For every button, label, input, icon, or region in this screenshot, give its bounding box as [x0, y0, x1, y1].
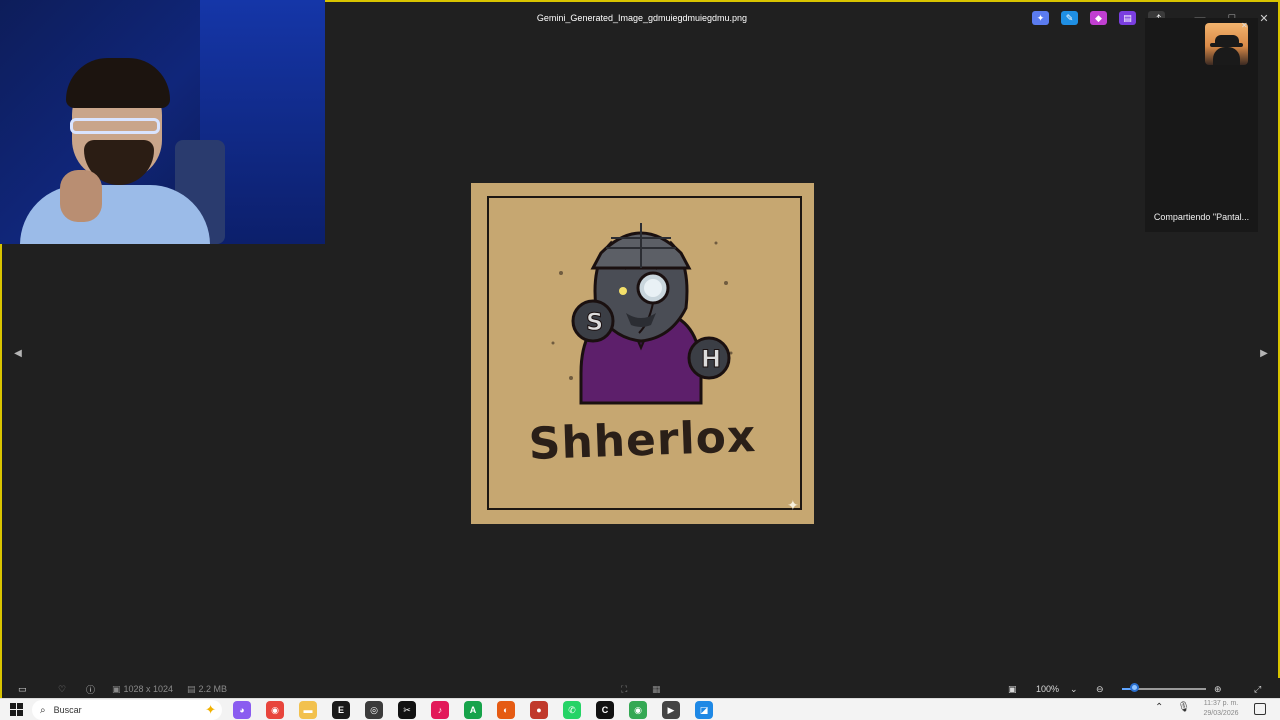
- taskbar-clock[interactable]: 11:37 p. m. 29/03/2026: [1198, 699, 1244, 719]
- clipchamp-icon[interactable]: ▤: [1119, 11, 1136, 25]
- epic-games-icon[interactable]: E: [332, 701, 350, 719]
- fullscreen-icon[interactable]: ⤢: [1254, 682, 1261, 696]
- whatsapp-icon[interactable]: ✆: [563, 701, 581, 719]
- displayed-image: S H Shherlox ✦: [471, 183, 814, 524]
- sharing-label: Compartiendo "Pantal...: [1153, 212, 1250, 222]
- capcut-icon[interactable]: ✂: [398, 701, 416, 719]
- media-player-icon[interactable]: ▶: [662, 701, 680, 719]
- close-icon[interactable]: ✕: [1241, 21, 1248, 30]
- search-icon: ⌕: [40, 704, 46, 716]
- favorite-heart-icon[interactable]: ♡: [58, 682, 66, 696]
- svg-text:H: H: [701, 345, 721, 373]
- system-tray: ⌃ 🎙: [1155, 702, 1190, 713]
- webcam-person-body: [20, 185, 210, 244]
- next-image-button[interactable]: ▶: [1258, 346, 1270, 360]
- ai-sparkle-icon: ✦: [787, 497, 799, 513]
- start-button[interactable]: [10, 703, 23, 716]
- photos-icon[interactable]: ◪: [695, 701, 713, 719]
- dimensions-icon: ▣: [112, 683, 121, 694]
- fit-to-window-icon[interactable]: ⛶: [621, 682, 627, 696]
- file-icon: ▤: [187, 683, 196, 694]
- zoom-slider-thumb[interactable]: [1130, 683, 1139, 692]
- chrome-icon[interactable]: ◉: [266, 701, 284, 719]
- windows-logo-tile: [10, 703, 16, 709]
- evernote-icon[interactable]: A: [464, 701, 482, 719]
- taskbar-apps: ◕ ◉ ▬ E ◎ ✂ ♪ A ◐ ● ✆ C ◉ ▶ ◪: [233, 701, 713, 719]
- file-size: ▤ 2.2 MB: [187, 682, 227, 696]
- webcam-person-glasses: [70, 118, 160, 134]
- svg-text:S: S: [586, 308, 603, 336]
- capcut-alt-icon[interactable]: C: [596, 701, 614, 719]
- search-placeholder: Buscar: [53, 705, 82, 715]
- webcam-overlay: [0, 0, 325, 244]
- viewer-bottom-bar: ▭ ♡ ⓘ ▣ 1028 x 1024 ▤ 2.2 MB ⛶ ▦ ▣ 100% …: [4, 678, 1280, 700]
- chevron-up-icon[interactable]: ⌃: [1155, 702, 1163, 713]
- clock-date: 29/03/2026: [1203, 710, 1239, 717]
- windows-logo-tile: [17, 710, 23, 716]
- taskbar-search[interactable]: ⌕ Buscar ✦: [32, 700, 222, 720]
- copilot-icon[interactable]: ✦: [1032, 11, 1049, 25]
- copilot-app-icon[interactable]: ◕: [233, 701, 251, 719]
- file-explorer-icon[interactable]: ▬: [299, 701, 317, 719]
- chrome-alt-icon[interactable]: ◉: [629, 701, 647, 719]
- notification-icon[interactable]: [1254, 703, 1266, 715]
- designer-icon[interactable]: ◆: [1090, 11, 1107, 25]
- windows-logo-tile: [17, 703, 23, 709]
- tiktok-icon[interactable]: ♪: [431, 701, 449, 719]
- image-dimensions: ▣ 1028 x 1024: [112, 682, 173, 696]
- detective-wolf-illustration: S H: [551, 223, 733, 405]
- microphone-icon[interactable]: 🎙: [1177, 702, 1190, 713]
- webcam-person-hand: [60, 170, 102, 222]
- windows-logo-tile: [10, 710, 16, 716]
- copilot-sparkle-icon: ✦: [205, 702, 216, 717]
- compare-icon[interactable]: ▦: [652, 682, 661, 696]
- actual-size-icon[interactable]: ▣: [1008, 682, 1017, 696]
- filmstrip-icon[interactable]: ▭: [18, 682, 27, 696]
- info-icon[interactable]: ⓘ: [86, 682, 95, 696]
- thumb-shoulders: [1213, 47, 1240, 65]
- clock-time: 11:37 p. m.: [1203, 700, 1239, 707]
- previous-image-button[interactable]: ◀: [12, 346, 24, 360]
- firefox-icon[interactable]: ◐: [497, 701, 515, 719]
- chevron-down-icon: ⌄: [1070, 683, 1078, 694]
- file-size-text: 2.2 MB: [198, 684, 228, 694]
- obs-icon[interactable]: ◎: [365, 701, 383, 719]
- zoom-dropdown[interactable]: 100% ⌄: [1036, 682, 1078, 696]
- edit-icon[interactable]: ✎: [1061, 11, 1078, 25]
- zoom-out-icon[interactable]: ⊖: [1096, 682, 1104, 696]
- zoom-in-icon[interactable]: ⊕: [1214, 682, 1222, 696]
- davinci-icon[interactable]: ●: [530, 701, 548, 719]
- dimensions-text: 1028 x 1024: [123, 684, 174, 694]
- zoom-value: 100%: [1036, 684, 1060, 694]
- windows-taskbar: ⌕ Buscar ✦ ◕ ◉ ▬ E ◎ ✂ ♪ A ◐ ● ✆ C ◉ ▶ ◪ ⌃ 🎙 11:37 p. …: [0, 698, 1280, 720]
- webcam-person-hair: [66, 58, 170, 108]
- screen-share-preview[interactable]: ✕ Compartiendo "Pantal...: [1145, 18, 1258, 232]
